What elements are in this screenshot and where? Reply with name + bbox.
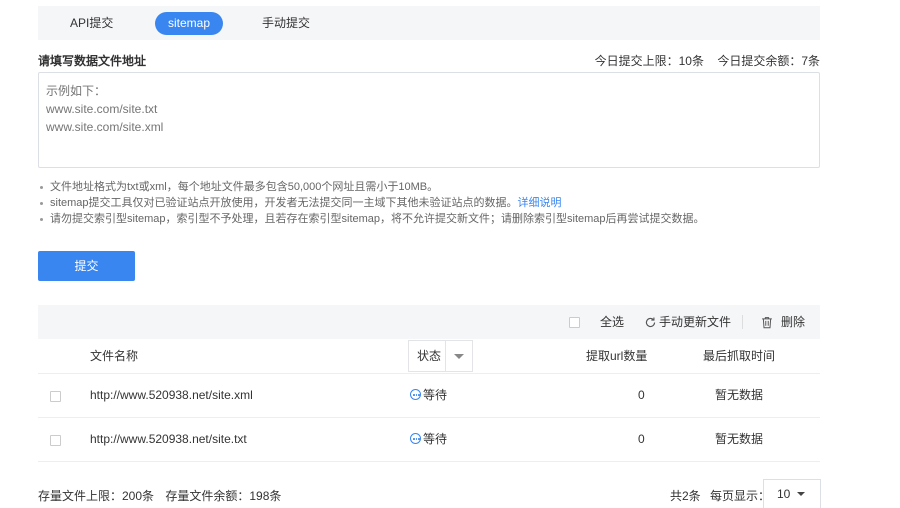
total-count: 共2条 [670,489,701,503]
url-count: 0 [638,432,645,446]
dropdown-divider [445,341,446,371]
status-text: 等待 [423,432,448,446]
caret-down-icon [797,492,805,496]
table-row: http://www.520938.net/site.xml 等待 0 暂无数据 [38,374,820,418]
delete-label: 删除 [781,315,806,329]
last-crawl-time: 暂无数据 [715,388,764,402]
submit-button[interactable]: 提交 [38,251,135,281]
daily-limit: 今日提交上限：10条 [594,54,704,68]
refresh-files-button[interactable]: 手动更新文件 [644,305,731,339]
toolbar-divider [742,315,743,329]
chevron-down-icon [454,354,464,359]
status-cell: 等待 [410,374,447,417]
url-count: 0 [638,388,645,402]
form-title: 请填写数据文件地址 [38,54,147,68]
tab-manual-submit[interactable]: 手动提交 [250,12,322,35]
note-item: 请勿提交索引型sitemap，索引型不予处理，且若存在索引型sitemap，将不… [38,211,838,227]
storage-limit: 存量文件上限：200条 [38,489,155,503]
table-toolbar: 全选 手动更新文件 删除 [38,305,820,339]
page-size-value: 10 [777,487,791,501]
notes-list: 文件地址格式为txt或xml，每个地址文件最多包含50,000个网址且需小于10… [38,179,838,227]
page-size-select[interactable]: 10 [763,479,821,508]
last-crawl-time: 暂无数据 [715,432,764,446]
header-file-name: 文件名称 [90,349,139,363]
daily-quota: 今日提交上限：10条 今日提交余额：7条 [595,52,820,69]
select-all-checkbox[interactable] [569,317,580,329]
pending-icon [410,389,421,401]
daily-remaining: 今日提交余额：7条 [717,54,820,68]
per-page-label: 每页显示： [710,489,771,503]
table-header: 文件名称 状态 提取url数量 最后抓取时间 [38,339,820,374]
status-cell: 等待 [410,418,447,461]
delete-button[interactable]: 删除 [761,305,805,339]
tab-api-submit[interactable]: API提交 [58,12,125,35]
note-text: 请勿提交索引型sitemap，索引型不予处理，且若存在索引型sitemap，将不… [50,213,705,225]
row-checkbox[interactable] [50,391,61,402]
header-last-crawl: 最后抓取时间 [703,349,776,363]
details-link[interactable]: 详细说明 [518,197,562,209]
file-url: http://www.520938.net/site.xml [90,388,253,402]
tab-bar: API提交 sitemap 手动提交 [38,6,820,40]
note-text: 文件地址格式为txt或xml，每个地址文件最多包含50,000个网址且需小于10… [50,181,439,193]
status-text: 等待 [423,388,448,402]
row-checkbox[interactable] [50,435,61,446]
refresh-label: 手动更新文件 [659,315,732,329]
note-item: 文件地址格式为txt或xml，每个地址文件最多包含50,000个网址且需小于10… [38,179,838,195]
status-filter-label: 状态 [417,349,442,363]
storage-remaining: 存量文件余额：198条 [165,489,282,503]
sitemap-url-input[interactable] [38,72,820,168]
pending-icon [410,433,421,445]
storage-quota: 存量文件上限：200条 存量文件余额：198条 [38,487,281,504]
status-filter-dropdown[interactable]: 状态 [408,340,473,372]
pagination-info: 共2条 每页显示： [670,487,770,504]
tab-sitemap[interactable]: sitemap [155,12,224,35]
note-text: sitemap提交工具仅对已验证站点开放使用，开发者无法提交同一主域下其他未验证… [50,197,518,209]
trash-icon [762,317,772,329]
note-item: sitemap提交工具仅对已验证站点开放使用，开发者无法提交同一主域下其他未验证… [38,195,838,211]
form-header: 请填写数据文件地址 今日提交上限：10条 今日提交余额：7条 [38,50,820,68]
select-all-label[interactable]: 全选 [600,305,624,339]
header-url-count: 提取url数量 [586,349,648,363]
file-url: http://www.520938.net/site.txt [90,432,247,446]
table-row: http://www.520938.net/site.txt 等待 0 暂无数据 [38,418,820,462]
refresh-icon [645,317,656,328]
